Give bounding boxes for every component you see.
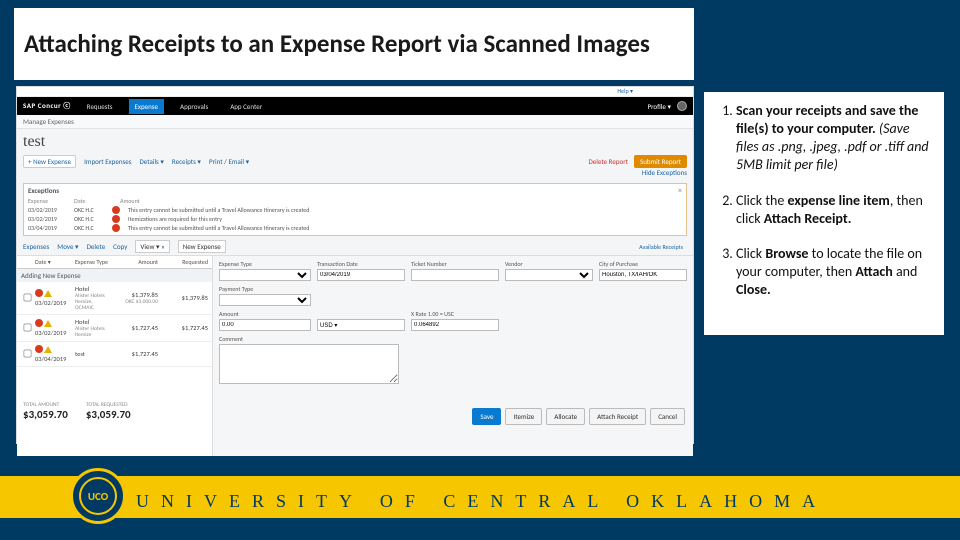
error-icon: [112, 224, 120, 232]
instructions-panel: Scan your receipts and save the file(s) …: [704, 92, 944, 335]
lbl-amount: Amount: [219, 310, 311, 318]
exceptions-heading: Exceptions: [28, 186, 682, 195]
comment-textarea[interactable]: [219, 344, 399, 384]
lbl-expense-type: Expense Type: [219, 260, 311, 268]
row-checkbox[interactable]: [24, 293, 32, 301]
top-nav: SAP Concur ⓒ Requests Expense Approvals …: [17, 97, 693, 115]
row-checkbox[interactable]: [24, 349, 32, 357]
total-amount-value: $3,059.70: [23, 408, 68, 421]
expense-row[interactable]: 03/04/2019test$1,727.45: [17, 342, 212, 367]
report-header: test + New Expense Import Expenses Detai…: [17, 129, 693, 181]
exc-col-amount: Amount: [120, 197, 150, 205]
move-menu[interactable]: Move ▾: [57, 242, 78, 251]
concur-screenshot: Help ▾ SAP Concur ⓒ Requests Expense App…: [16, 86, 694, 444]
instruction-step-3: Click Browse to locate the file on your …: [736, 245, 934, 299]
sap-concur-logo: SAP Concur ⓒ: [23, 101, 71, 111]
help-link[interactable]: Help ▾: [17, 87, 693, 97]
col-date[interactable]: Date ▾: [35, 258, 75, 266]
nav-approvals[interactable]: Approvals: [174, 99, 214, 114]
col-requested[interactable]: Requested: [158, 258, 208, 266]
transaction-date-input[interactable]: [317, 269, 405, 281]
payment-type-select[interactable]: [219, 294, 311, 306]
receipts-menu[interactable]: Receipts ▾: [172, 157, 201, 166]
warning-icon: [44, 320, 52, 327]
amount-input[interactable]: [219, 319, 311, 331]
error-icon: [112, 206, 120, 214]
report-name: test: [23, 133, 687, 151]
error-icon: [35, 289, 43, 297]
expense-row[interactable]: 03/02/2019HotelAlister Hotels Itemize, O…: [17, 282, 212, 315]
nav-expense[interactable]: Expense: [129, 99, 165, 114]
report-actions: + New Expense Import Expenses Details ▾ …: [23, 155, 687, 168]
avatar-icon[interactable]: [677, 101, 687, 111]
lbl-comment: Comment: [219, 335, 399, 343]
uco-wordmark: UNIVERSITY OF CENTRAL OKLAHOMA: [136, 491, 956, 512]
exc-col-expense: Expense: [28, 197, 66, 205]
uco-seal-icon: UCO: [70, 468, 126, 524]
error-icon: [112, 215, 120, 223]
total-requested-value: $3,059.70: [86, 408, 131, 421]
city-input[interactable]: [599, 269, 687, 281]
expenses-label: Expenses: [23, 242, 49, 251]
exc-col-date: Date: [74, 197, 112, 205]
col-type[interactable]: Expense Type: [75, 258, 108, 266]
print-email-menu[interactable]: Print / Email ▾: [209, 157, 249, 166]
row-checkbox[interactable]: [24, 323, 32, 331]
available-receipts-link[interactable]: Available Receipts: [639, 243, 687, 251]
ticket-number-input[interactable]: [411, 269, 499, 281]
exceptions-panel: × Exceptions Expense Date Amount 03/02/2…: [23, 183, 687, 236]
expense-form: Expense Type Transaction Date Ticket Num…: [213, 256, 693, 456]
form-footer-buttons: Save Itemize Allocate Attach Receipt Can…: [472, 408, 685, 425]
exception-row: 03/04/2019OKC H.CThis entry cannot be su…: [28, 224, 682, 232]
totals: TOTAL AMOUNT$3,059.70 TOTAL REQUESTED$3,…: [23, 402, 283, 421]
cancel-button[interactable]: Cancel: [650, 408, 685, 425]
itemize-button[interactable]: Itemize: [505, 408, 542, 425]
delete-report-link[interactable]: Delete Report: [588, 157, 628, 166]
error-icon: [35, 319, 43, 327]
save-button[interactable]: Save: [472, 408, 501, 425]
slide-title: Attaching Receipts to an Expense Report …: [24, 29, 650, 59]
lbl-city: City of Purchase: [599, 260, 687, 268]
nav-requests[interactable]: Requests: [81, 99, 119, 114]
exception-row: 03/02/2019OKC H.CThis entry cannot be su…: [28, 206, 682, 214]
slide-title-box: Attaching Receipts to an Expense Report …: [14, 8, 694, 80]
currency-select[interactable]: [317, 319, 405, 331]
nav-appcenter[interactable]: App Center: [224, 99, 268, 114]
expenses-toolbar: Expenses Move ▾ Delete Copy View ▾ « New…: [17, 238, 693, 256]
error-icon: [35, 345, 43, 353]
new-expense-tab[interactable]: New Expense: [178, 240, 226, 253]
details-menu[interactable]: Details ▾: [139, 157, 163, 166]
subheader: Manage Expenses: [17, 115, 693, 129]
lbl-xrate: X Rate 1.00 = USC: [411, 310, 499, 318]
import-expenses-link[interactable]: Import Expenses: [84, 157, 131, 166]
allocate-button[interactable]: Allocate: [546, 408, 585, 425]
copy-link[interactable]: Copy: [113, 242, 127, 251]
instruction-step-2: Click the expense line item, then click …: [736, 192, 934, 228]
profile-menu[interactable]: Profile ▾: [647, 102, 671, 111]
lbl-ticket: Ticket Number: [411, 260, 499, 268]
expense-list: Date ▾ Expense Type Amount Requested Add…: [17, 256, 213, 456]
expense-row[interactable]: 03/02/2019HotelAlister Hotels Itemize$1,…: [17, 315, 212, 342]
col-amount[interactable]: Amount: [108, 258, 158, 266]
warning-icon: [44, 346, 52, 353]
hide-exceptions-link[interactable]: Hide Exceptions: [642, 168, 687, 177]
submit-report-button[interactable]: Submit Report: [634, 155, 687, 168]
lbl-trans-date: Transaction Date: [317, 260, 405, 268]
warning-icon: [44, 290, 52, 297]
vendor-select[interactable]: [505, 269, 593, 281]
lbl-vendor: Vendor: [505, 260, 593, 268]
attach-receipt-button[interactable]: Attach Receipt: [589, 408, 646, 425]
view-menu[interactable]: View ▾ «: [135, 240, 169, 253]
xrate-input[interactable]: [411, 319, 499, 331]
delete-link[interactable]: Delete: [87, 242, 106, 251]
lbl-payment: Payment Type: [219, 285, 311, 293]
new-expense-button[interactable]: + New Expense: [23, 155, 76, 168]
close-icon[interactable]: ×: [678, 186, 682, 196]
instruction-step-1: Scan your receipts and save the file(s) …: [736, 102, 934, 174]
exception-row: 03/02/2019OKC H.CItemizations are requir…: [28, 215, 682, 223]
expense-type-select[interactable]: [219, 269, 311, 281]
adding-new-expense-row: Adding New Expense: [17, 269, 212, 282]
